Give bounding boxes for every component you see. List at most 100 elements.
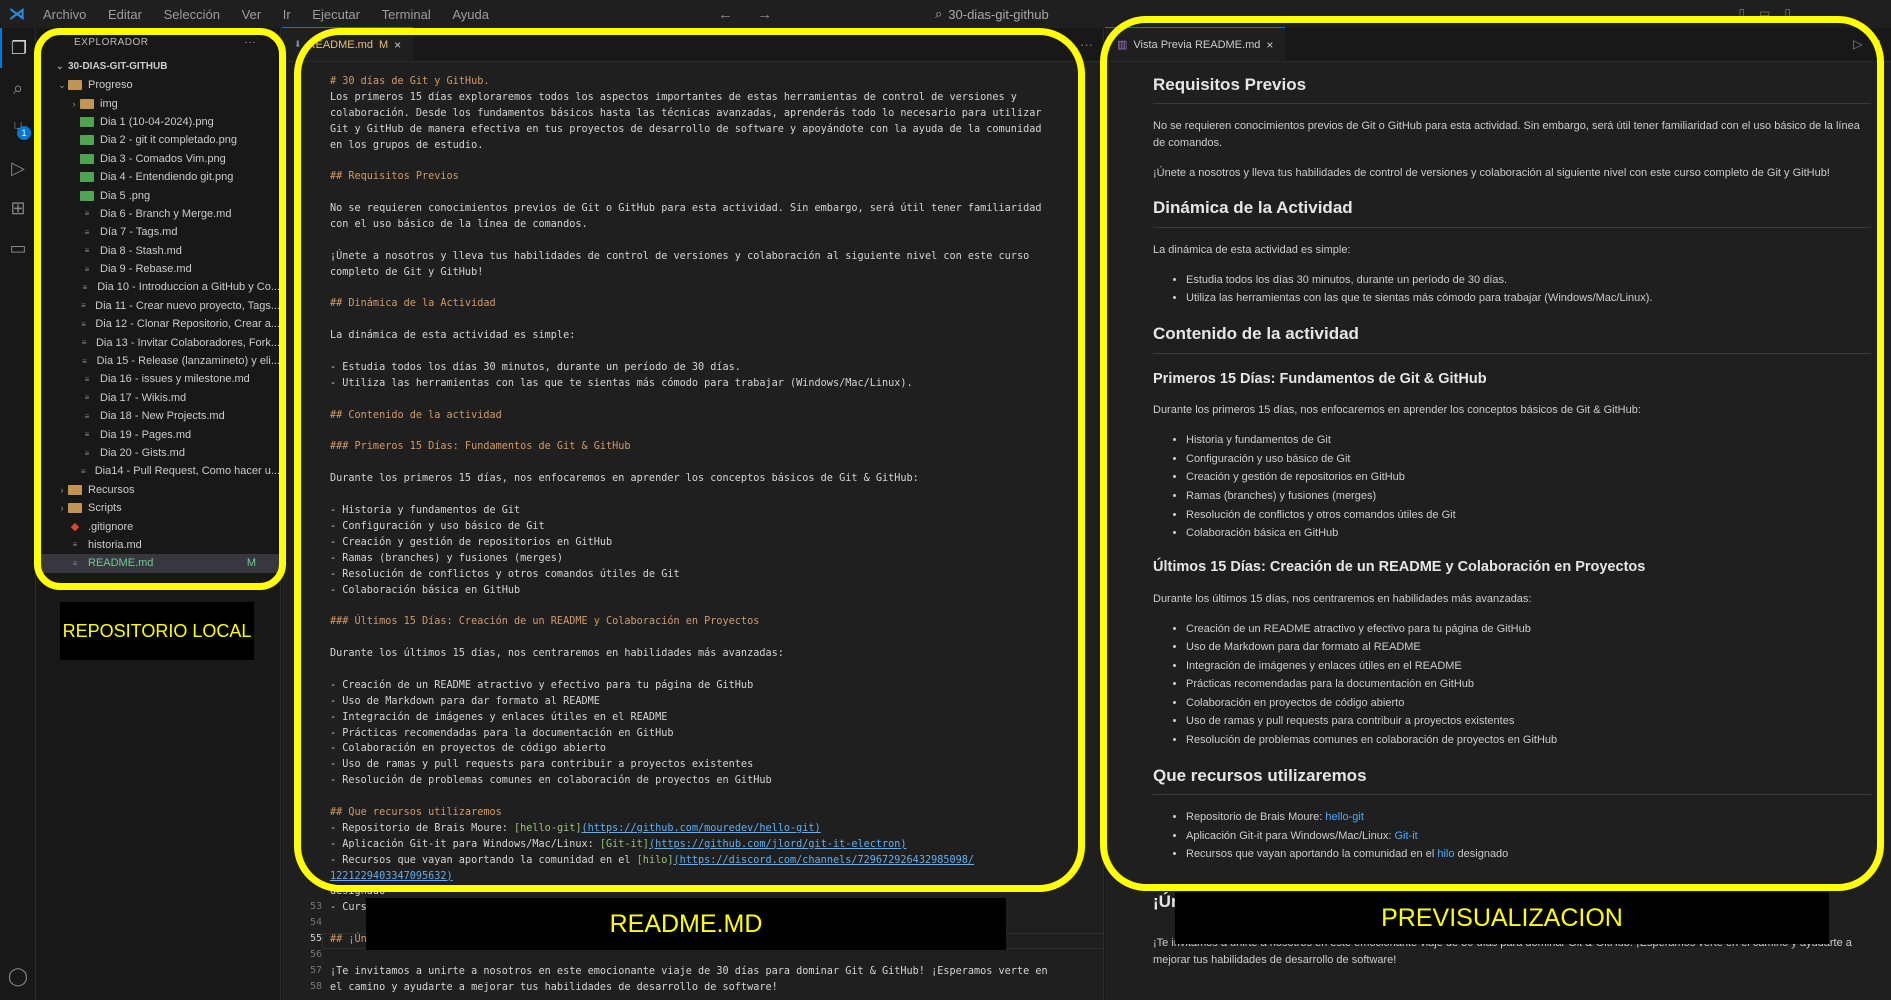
resource-link[interactable]: hello-git (1325, 811, 1364, 823)
link-url[interactable]: (https://discord.com/channels/7296729264… (673, 855, 974, 866)
tree-file[interactable]: ≡ Dia 19 - Pages.md (36, 425, 280, 443)
annotation-text: REPOSITORIO LOCAL (62, 620, 252, 641)
list-item: Recursos que vayan aportando la comunida… (1186, 846, 1871, 863)
layout-controls: ▯ ▭ ▯ (1738, 6, 1791, 20)
source-control-icon[interactable]: ⑂1 (0, 108, 36, 148)
explorer-files-icon[interactable]: ❐ (0, 28, 36, 68)
tree-file[interactable]: ≡ historia.md (36, 536, 280, 554)
tree-file[interactable]: Dia 5 .png (36, 186, 280, 204)
tree-item-label: Dia 13 - Invitar Colaboradores, Fork... (95, 336, 280, 349)
code-line: # 30 días de Git y GitHub. (330, 76, 490, 87)
annotation-text: README.MD (609, 909, 763, 938)
tree-file[interactable]: ≡ Dia 6 - Branch y Merge.md (36, 205, 280, 223)
back-arrow-icon[interactable]: ← (718, 6, 733, 23)
tree-file[interactable]: Dia 1 (10-04-2024).png (36, 113, 280, 131)
tree-file[interactable]: ≡ Día 7 - Tags.md (36, 223, 280, 241)
menu-seleccion[interactable]: Selección (164, 7, 220, 22)
explorer-panel: EXPLORADOR ··· ⌄ 30-DIAS-GIT-GITHUB ⌄ Pro… (36, 28, 281, 1000)
tree-item-label: Dia 4 - Entendiendo git.png (100, 171, 234, 184)
menu-editar[interactable]: Editar (108, 7, 142, 22)
tree-file[interactable]: ◆ .gitignore (36, 517, 280, 535)
toggle-secondary-sidebar-icon[interactable]: ▯ (1784, 6, 1791, 20)
menu-ejecutar[interactable]: Ejecutar (312, 7, 360, 22)
code-editor[interactable]: # 30 días de Git y GitHub. Los primeros 1… (282, 62, 1104, 1000)
tab-readme-md[interactable]: ⬇ README.md M × (282, 27, 414, 61)
remote-explorer-icon[interactable]: ▭ (0, 228, 36, 268)
tree-file[interactable]: Dia 4 - Entendiendo git.png (36, 168, 280, 186)
tree-file[interactable]: ≡ Dia14 - Pull Request, Como hacer u... (36, 462, 280, 480)
preview-subheading: Últimos 15 Días: Creación de un README y… (1153, 559, 1646, 576)
tree-file[interactable]: ≡ Dia 17 - Wikis.md (36, 389, 280, 407)
workspace-root[interactable]: ⌄ 30-DIAS-GIT-GITHUB (36, 56, 280, 76)
menu-archivo[interactable]: Archivo (43, 7, 86, 22)
tree-file[interactable]: ≡ Dia 12 - Clonar Repositorio, Crear a... (36, 315, 280, 333)
markdown-file-icon: ≡ (84, 227, 90, 237)
tree-folder[interactable]: › img (36, 94, 280, 112)
close-icon[interactable]: × (1266, 38, 1273, 52)
link-url[interactable]: 1221229403347095632) (330, 871, 453, 882)
run-debug-icon[interactable]: ▷ (0, 148, 36, 188)
resource-link[interactable]: Git-it (1394, 830, 1417, 842)
close-icon[interactable]: × (394, 38, 401, 52)
more-actions-icon[interactable]: ··· (1080, 37, 1093, 52)
resource-link[interactable]: hilo (1437, 848, 1454, 860)
tree-file[interactable]: Dia 2 - git it completado.png (36, 131, 280, 149)
preview-heading: Contenido de la actividad (1153, 321, 1871, 354)
list-item: Colaboración básica en GitHub (1186, 525, 1871, 542)
code-line: - Aplicación Git-it para Windows/Mac/Lin… (282, 839, 1104, 855)
tree-file[interactable]: ≡ Dia 10 - Introduccion a GitHub y Co... (36, 278, 280, 296)
search-icon[interactable]: ⌕ (0, 68, 36, 108)
tree-file[interactable]: Dia 3 - Comados Vim.png (36, 150, 280, 168)
tree-item-label: Dia 18 - New Projects.md (100, 410, 225, 423)
markdown-file-icon: ≡ (84, 209, 90, 219)
toggle-panel-icon[interactable]: ▭ (1759, 6, 1770, 20)
explorer-title: EXPLORADOR (74, 36, 149, 48)
tree-file[interactable]: ≡ Dia 11 - Crear nuevo proyecto, Tags... (36, 297, 280, 315)
tree-file[interactable]: ≡ Dia 13 - Invitar Colaboradores, Fork... (36, 333, 280, 351)
tree-file[interactable]: ≡ Dia 9 - Rebase.md (36, 260, 280, 278)
forward-arrow-icon[interactable]: → (757, 6, 772, 23)
tree-file[interactable]: ≡ README.md M (36, 554, 280, 573)
markdown-file-icon: ≡ (84, 393, 90, 403)
preview-paragraph: Durante los últimos 15 días, nos centrar… (1153, 592, 1532, 605)
code-line: Durante los últimos 15 días, nos centrar… (330, 648, 784, 660)
annotation-label-readme: README.MD (366, 898, 1006, 950)
markdown-file-icon: ⬇ (294, 39, 302, 49)
line-number: 58 (309, 981, 322, 992)
link-url[interactable]: (https://github.com/jlord/git-it-electro… (649, 839, 907, 850)
tab-preview-readme[interactable]: ▥ Vista Previa README.md × (1105, 27, 1286, 61)
preview-heading: Requisitos Previos (1153, 72, 1871, 105)
list-item: Creación y gestión de repositorios en Gi… (1186, 469, 1871, 486)
tree-file[interactable]: ≡ Dia 18 - New Projects.md (36, 407, 280, 425)
menu-ir[interactable]: Ir (283, 7, 291, 22)
tree-file[interactable]: ≡ Dia 16 - issues y milestone.md (36, 370, 280, 388)
menu-ayuda[interactable]: Ayuda (452, 7, 489, 22)
git-file-icon: ◆ (70, 521, 80, 534)
toggle-sidebar-icon[interactable]: ▯ (1738, 6, 1745, 20)
tree-folder[interactable]: › Recursos (36, 481, 280, 499)
markdown-file-icon: ≡ (84, 264, 90, 274)
menu-terminal[interactable]: Terminal (382, 7, 431, 22)
tree-folder[interactable]: ⌄ Progreso (36, 76, 280, 94)
line-number: 56 (309, 949, 322, 960)
more-actions-icon[interactable]: ··· (245, 37, 257, 48)
tree-folder[interactable]: › Scripts (36, 499, 280, 517)
link-url[interactable]: (https://github.com/mouredev/hello-git) (581, 823, 820, 834)
markdown-file-icon: ≡ (82, 282, 88, 292)
command-center-search[interactable]: ⌕ 30-dias-git-github (935, 4, 1135, 24)
markdown-file-icon: ≡ (84, 374, 90, 384)
list-item: Colaboración en proyectos de código abie… (1186, 695, 1871, 712)
image-file-icon (80, 116, 94, 127)
menu-ver[interactable]: Ver (242, 7, 262, 22)
code-line: Git y GitHub de manera efectiva en tus p… (330, 123, 1042, 135)
tree-file[interactable]: ≡ Dia 20 - Gists.md (36, 444, 280, 462)
extensions-icon[interactable]: ⊞ (0, 188, 36, 228)
tree-file[interactable]: ≡ Dia 8 - Stash.md (36, 242, 280, 260)
markdown-file-icon: ≡ (80, 466, 86, 476)
accounts-icon[interactable]: ◯ (0, 956, 36, 996)
tree-file[interactable]: ≡ Dia 15 - Release (lanzamineto) y eli... (36, 352, 280, 370)
run-icon[interactable]: ▷ (1853, 37, 1862, 51)
split-editor-icon[interactable]: ▯ (1874, 37, 1881, 51)
code-line: con el uso básico de la línea de comando… (330, 219, 588, 231)
